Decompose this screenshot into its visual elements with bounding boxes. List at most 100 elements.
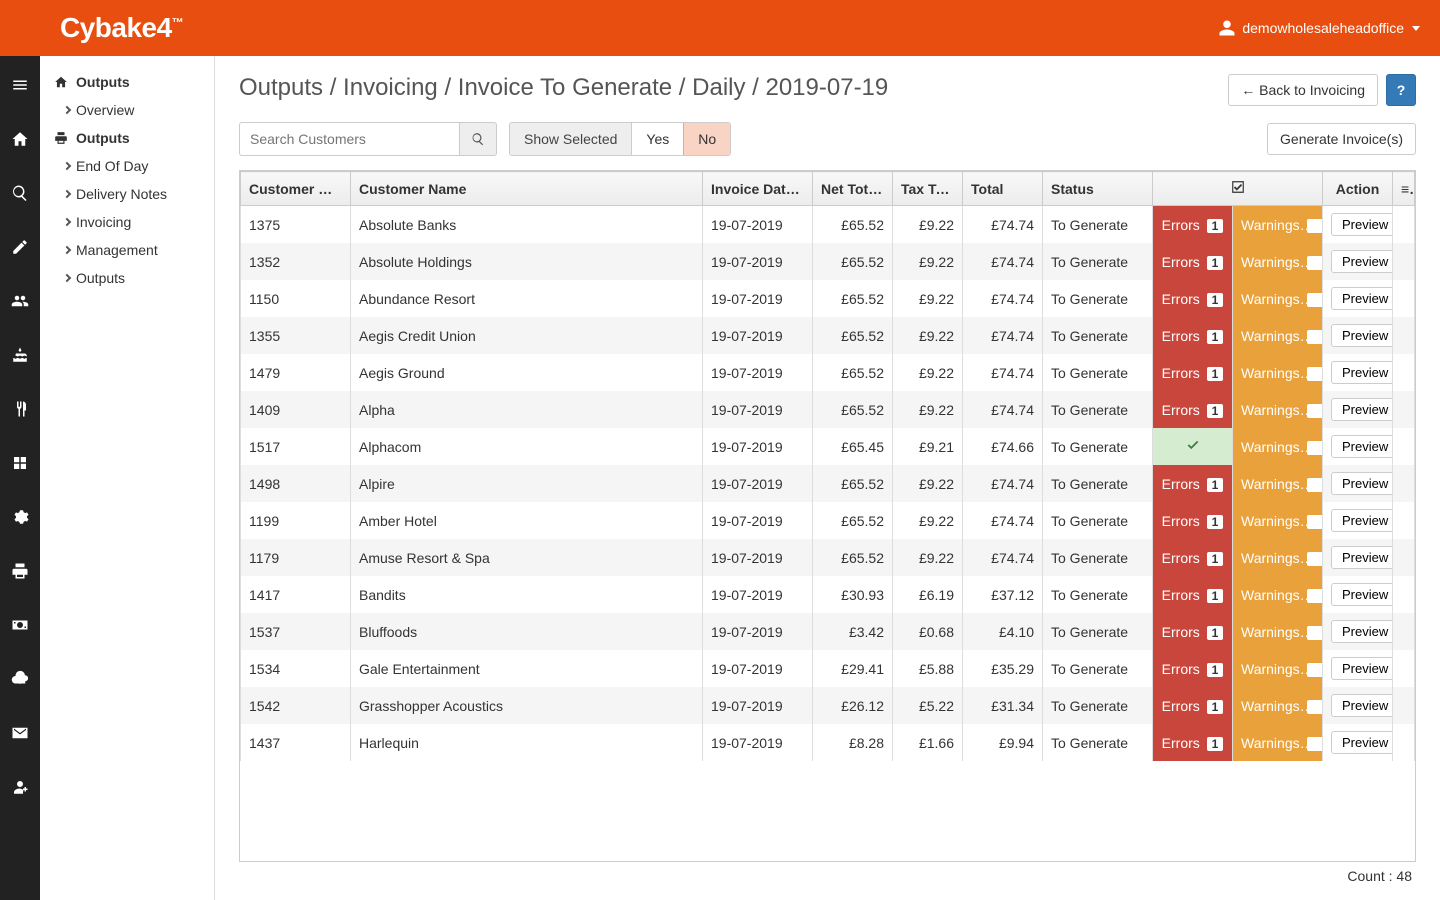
table-row[interactable]: 1542Grasshopper Acoustics19-07-2019£26.1… [241,687,1415,724]
table-row[interactable]: 1150Abundance Resort19-07-2019£65.52£9.2… [241,280,1415,317]
th-menu[interactable]: ≡ [1393,172,1415,206]
preview-button[interactable]: Preview [1331,620,1393,643]
table-row[interactable]: 1498Alpire19-07-2019£65.52£9.22£74.74To … [241,465,1415,502]
errors-badge[interactable]: Errors 1 [1153,391,1233,428]
th-action[interactable]: Action [1323,172,1393,206]
errors-badge[interactable]: Errors 1 [1153,206,1233,244]
errors-badge[interactable]: Errors 1 [1153,613,1233,650]
preview-button[interactable]: Preview [1331,213,1393,236]
errors-badge[interactable]: Errors 1 [1153,539,1233,576]
warnings-badge[interactable]: Warnings 2 [1233,576,1323,613]
help-button[interactable]: ? [1386,74,1416,106]
preview-button[interactable]: Preview [1331,361,1393,384]
boxes-icon[interactable] [0,446,40,480]
th-customer-name[interactable]: Customer Name [351,172,703,206]
menu-icon[interactable] [0,68,40,102]
table-row[interactable]: 1352Absolute Holdings19-07-2019£65.52£9.… [241,243,1415,280]
cutlery-icon[interactable] [0,392,40,426]
warnings-badge[interactable]: Warnings 2 [1233,650,1323,687]
errors-badge[interactable]: Errors 1 [1153,576,1233,613]
errors-badge[interactable]: Errors 1 [1153,317,1233,354]
errors-badge[interactable]: Errors 1 [1153,650,1233,687]
errors-badge[interactable]: Errors 1 [1153,465,1233,502]
sidebar-item-outputs[interactable]: Outputs [40,264,214,292]
table-row[interactable]: 1199Amber Hotel19-07-2019£65.52£9.22£74.… [241,502,1415,539]
preview-button[interactable]: Preview [1331,509,1393,532]
table-row[interactable]: 1534Gale Entertainment19-07-2019£29.41£5… [241,650,1415,687]
warnings-badge[interactable]: Warnings 2 [1233,687,1323,724]
preview-button[interactable]: Preview [1331,398,1393,421]
warnings-badge[interactable]: Warnings 2 [1233,354,1323,391]
warnings-badge[interactable]: Warnings 2 [1233,280,1323,317]
preview-button[interactable]: Preview [1331,435,1393,458]
errors-badge[interactable]: Errors 1 [1153,502,1233,539]
cloud-download-icon[interactable] [0,662,40,696]
cash-icon[interactable] [0,608,40,642]
preview-button[interactable]: Preview [1331,546,1393,569]
th-customer-code[interactable]: Customer Co... [241,172,351,206]
warnings-badge[interactable]: Warnings 2 [1233,724,1323,761]
errors-badge[interactable]: Errors 1 [1153,243,1233,280]
sidebar-item-delivery-notes[interactable]: Delivery Notes [40,180,214,208]
warnings-badge[interactable]: Warnings 2 [1233,465,1323,502]
warnings-badge[interactable]: Warnings 2 [1233,613,1323,650]
th-net-total[interactable]: Net Tota... [813,172,893,206]
th-invoice-date[interactable]: Invoice Date ... [703,172,813,206]
table-row[interactable]: 1417Bandits19-07-2019£30.93£6.19£37.12To… [241,576,1415,613]
preview-button[interactable]: Preview [1331,657,1393,680]
errors-badge[interactable]: Errors 1 [1153,724,1233,761]
envelope-icon[interactable] [0,716,40,750]
preview-button[interactable]: Preview [1331,250,1393,273]
warnings-badge[interactable]: Warnings 2 [1233,243,1323,280]
search-input[interactable] [239,122,459,156]
table-row[interactable]: 1537Bluffoods19-07-2019£3.42£0.68£4.10To… [241,613,1415,650]
table-row[interactable]: 1517Alphacom19-07-2019£65.45£9.21£74.66T… [241,428,1415,465]
generate-invoices-button[interactable]: Generate Invoice(s) [1267,123,1416,155]
preview-button[interactable]: Preview [1331,583,1393,606]
preview-button[interactable]: Preview [1331,287,1393,310]
table-row[interactable]: 1437Harlequin19-07-2019£8.28£1.66£9.94To… [241,724,1415,761]
table-row[interactable]: 1179Amuse Resort & Spa19-07-2019£65.52£9… [241,539,1415,576]
th-select-all[interactable] [1153,172,1323,206]
sidebar-item-invoicing[interactable]: Invoicing [40,208,214,236]
search-button[interactable] [459,122,497,156]
table-row[interactable]: 1409Alpha19-07-2019£65.52£9.22£74.74To G… [241,391,1415,428]
cake-icon[interactable] [0,338,40,372]
cell-tax: £0.68 [893,613,963,650]
toggle-yes[interactable]: Yes [632,123,684,155]
th-tax-total[interactable]: Tax Tot... [893,172,963,206]
warnings-badge[interactable]: Warnings 2 [1233,391,1323,428]
warnings-badge[interactable]: Warnings 2 [1233,428,1323,465]
warnings-badge[interactable]: Warnings 2 [1233,206,1323,244]
table-row[interactable]: 1479Aegis Ground19-07-2019£65.52£9.22£74… [241,354,1415,391]
th-status[interactable]: Status [1043,172,1153,206]
search-icon[interactable] [0,176,40,210]
preview-button[interactable]: Preview [1331,472,1393,495]
toggle-no[interactable]: No [683,122,731,156]
cogs-icon[interactable] [0,500,40,534]
sidebar-section-outputs[interactable]: Outputs [40,124,214,152]
sidebar-item-end-of-day[interactable]: End Of Day [40,152,214,180]
preview-button[interactable]: Preview [1331,324,1393,347]
preview-button[interactable]: Preview [1331,694,1393,717]
sidebar-section-outputs-top[interactable]: Outputs [40,68,214,96]
errors-badge[interactable]: Errors 1 [1153,354,1233,391]
user-menu[interactable]: demowholesaleheadoffice [1218,19,1420,37]
home-icon[interactable] [0,122,40,156]
users-icon[interactable] [0,284,40,318]
sidebar-item-management[interactable]: Management [40,236,214,264]
table-row[interactable]: 1355Aegis Credit Union19-07-2019£65.52£9… [241,317,1415,354]
warnings-badge[interactable]: Warnings 2 [1233,317,1323,354]
errors-badge[interactable]: Errors 1 [1153,280,1233,317]
back-to-invoicing-button[interactable]: ← Back to Invoicing [1228,74,1378,106]
warnings-badge[interactable]: Warnings 2 [1233,502,1323,539]
print-icon[interactable] [0,554,40,588]
user-add-icon[interactable] [0,770,40,804]
errors-badge[interactable]: Errors 1 [1153,687,1233,724]
table-row[interactable]: 1375Absolute Banks19-07-2019£65.52£9.22£… [241,206,1415,244]
sidebar-item-overview[interactable]: Overview [40,96,214,124]
th-total[interactable]: Total [963,172,1043,206]
edit-icon[interactable] [0,230,40,264]
preview-button[interactable]: Preview [1331,731,1393,754]
warnings-badge[interactable]: Warnings 2 [1233,539,1323,576]
